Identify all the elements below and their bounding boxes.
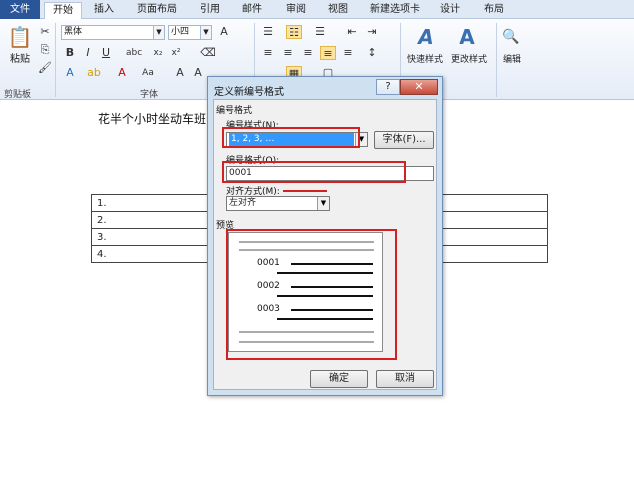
cancel-button[interactable]: 取消 xyxy=(376,370,434,388)
distributed-icon[interactable]: ≡ xyxy=(340,46,356,60)
paste-button[interactable]: 粘贴 xyxy=(5,53,35,67)
dialog-title: 定义新编号格式 xyxy=(214,87,284,98)
help-button[interactable]: ? xyxy=(376,79,400,95)
alignment-select[interactable]: 左对齐 ▼ xyxy=(226,196,330,211)
change-styles-icon[interactable]: A xyxy=(452,23,482,51)
font-name-combo[interactable]: 黑体 ▼ xyxy=(61,25,165,40)
underline-button[interactable]: U xyxy=(98,46,114,60)
font-size-combo[interactable]: 小四 ▼ xyxy=(168,25,212,40)
subscript-icon[interactable]: x₂ xyxy=(150,46,166,60)
align-right-icon[interactable]: ≡ xyxy=(300,46,316,60)
superscript-icon[interactable]: x² xyxy=(168,46,184,60)
tab-new[interactable]: 新建选项卡 xyxy=(362,2,428,19)
quick-styles-icon[interactable]: A xyxy=(411,23,441,51)
quick-styles-button[interactable]: 快速样式 xyxy=(402,53,448,67)
increase-indent-icon[interactable]: ⇥ xyxy=(364,25,380,39)
line-spacing-icon[interactable]: ↕ xyxy=(364,46,380,60)
paste-icon[interactable]: 📋 xyxy=(5,23,35,51)
change-case-icon[interactable]: Aa xyxy=(140,66,156,80)
font-button[interactable]: 字体(F)... xyxy=(374,131,434,149)
strikethrough-icon[interactable]: abc xyxy=(126,46,142,60)
multilevel-list-icon[interactable]: ☰ xyxy=(312,25,328,39)
highlight-box-number-format xyxy=(222,161,406,183)
font-size-value: 小四 xyxy=(171,27,190,37)
italic-button[interactable]: I xyxy=(80,46,96,60)
group-separator xyxy=(496,23,497,97)
bullets-icon[interactable]: ☰ xyxy=(260,25,276,39)
font-group-label: 字体 xyxy=(140,90,159,100)
number-format-section-label: 编号格式 xyxy=(216,106,253,116)
char-border-icon[interactable]: A xyxy=(190,66,206,80)
tab-mailings[interactable]: 邮件 xyxy=(232,2,272,19)
tab-page-layout[interactable]: 页面布局 xyxy=(128,2,186,19)
ok-button[interactable]: 确定 xyxy=(310,370,368,388)
tab-review[interactable]: 审阅 xyxy=(276,2,316,19)
tab-layout[interactable]: 布局 xyxy=(474,2,514,19)
edit-button[interactable]: 编辑 xyxy=(500,53,524,67)
tab-view[interactable]: 视图 xyxy=(318,2,358,19)
justify-icon[interactable]: ≡ xyxy=(320,46,336,60)
chevron-down-icon[interactable]: ▼ xyxy=(153,26,164,39)
change-styles-button[interactable]: 更改样式 xyxy=(446,53,492,67)
font-name-value: 黑体 xyxy=(64,27,83,37)
char-shading-icon[interactable]: A xyxy=(172,66,188,80)
ribbon-tab-bar: 文件 开始 插入 页面布局 引用 邮件 审阅 视图 新建选项卡 设计 布局 xyxy=(0,0,634,19)
document-text-line: 花半个小时坐动车班 xyxy=(98,112,207,126)
highlight-icon[interactable]: ab xyxy=(86,66,102,80)
close-button[interactable]: ✕ xyxy=(400,79,438,95)
chevron-down-icon[interactable]: ▼ xyxy=(200,26,211,39)
tab-file[interactable]: 文件 xyxy=(0,0,40,19)
group-separator xyxy=(55,23,56,97)
numbering-icon[interactable]: ☷ xyxy=(286,25,302,39)
text-effect-icon[interactable]: A xyxy=(62,66,78,80)
alignment-value: 左对齐 xyxy=(229,198,257,208)
format-painter-icon[interactable]: 🖌 xyxy=(37,61,53,75)
tab-design[interactable]: 设计 xyxy=(430,2,470,19)
tab-insert[interactable]: 插入 xyxy=(84,2,124,19)
bold-button[interactable]: B xyxy=(62,46,78,60)
align-left-icon[interactable]: ≡ xyxy=(260,46,276,60)
highlight-box-preview xyxy=(226,229,397,360)
highlight-box-number-style xyxy=(222,127,360,148)
decrease-indent-icon[interactable]: ⇤ xyxy=(344,25,360,39)
clipboard-group-label: 剪贴板 xyxy=(4,90,32,100)
grow-font-icon[interactable]: A xyxy=(216,25,232,39)
clear-format-icon[interactable]: ⌫ xyxy=(200,46,216,60)
align-center-icon[interactable]: ≡ xyxy=(280,46,296,60)
highlight-underline-alignment xyxy=(283,190,327,192)
tab-home[interactable]: 开始 xyxy=(44,2,82,19)
cut-icon[interactable]: ✂ xyxy=(37,25,53,39)
copy-icon[interactable]: ⎘ xyxy=(37,43,53,57)
find-icon[interactable]: 🔍 xyxy=(500,23,522,51)
chevron-down-icon[interactable]: ▼ xyxy=(317,197,329,210)
tab-references[interactable]: 引用 xyxy=(190,2,230,19)
font-color-icon[interactable]: A xyxy=(114,66,130,80)
